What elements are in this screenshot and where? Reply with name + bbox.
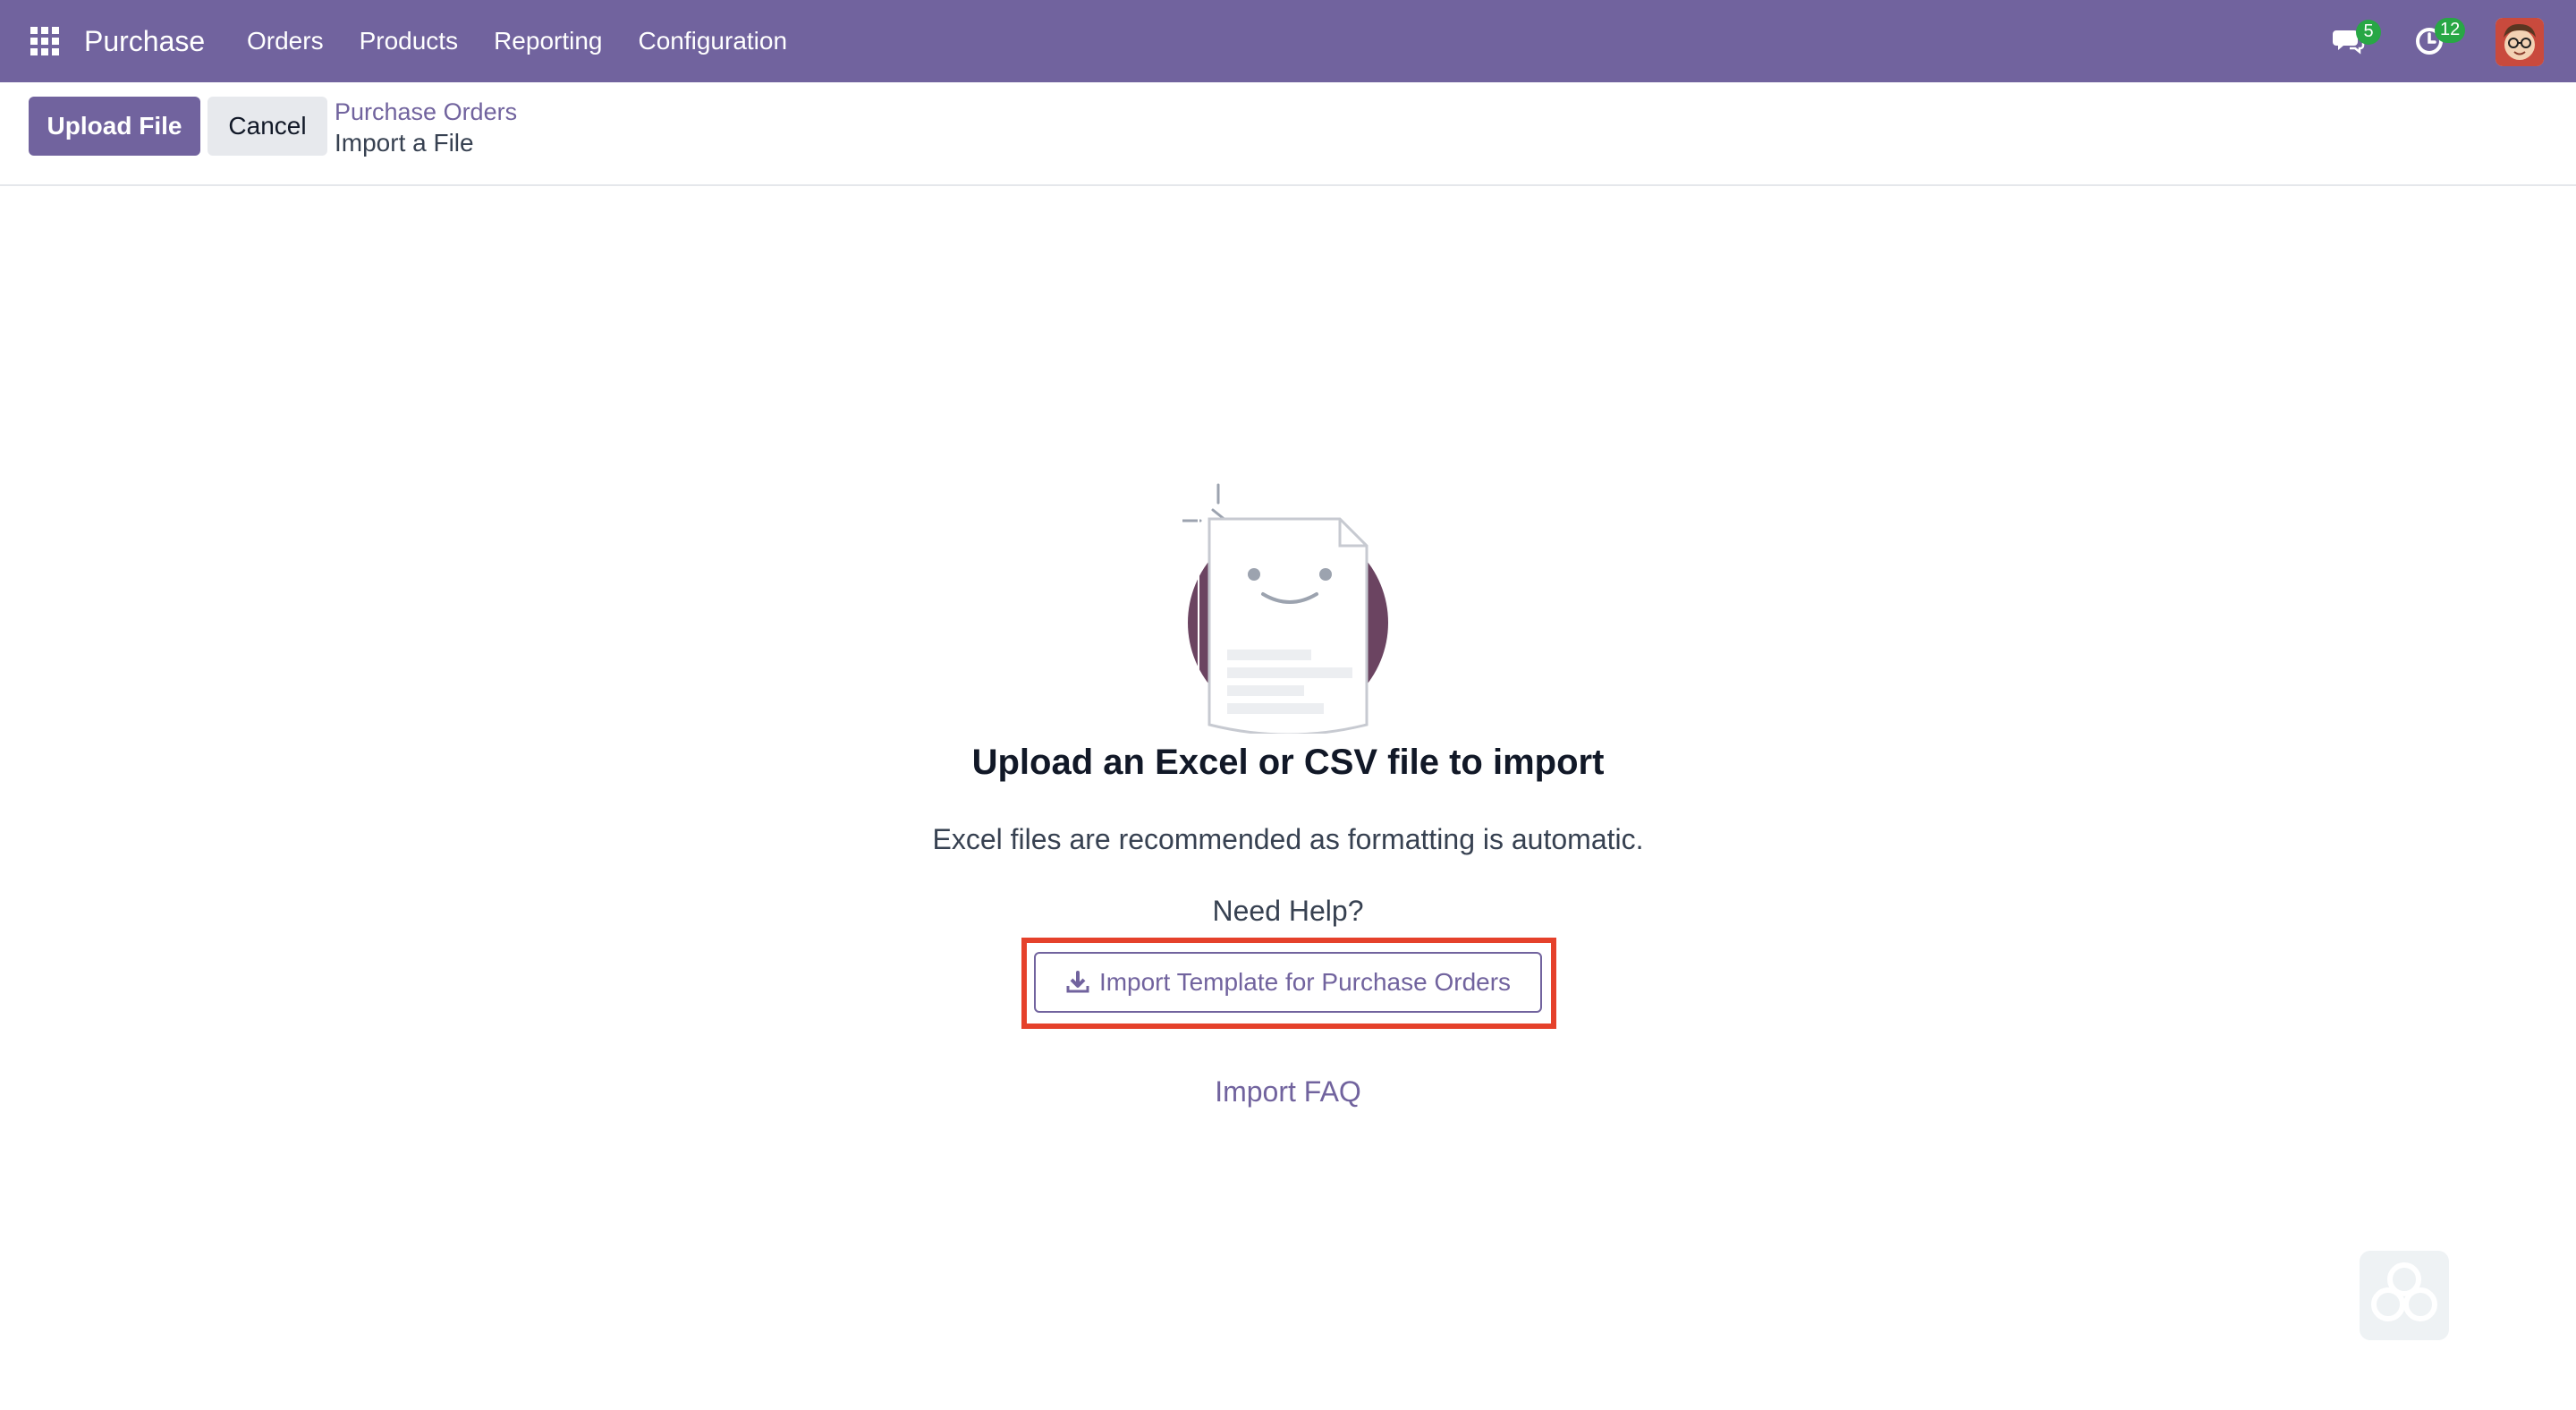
need-help-label: Need Help? [1212,895,1364,927]
user-avatar[interactable] [2496,18,2544,66]
import-faq-link[interactable]: Import FAQ [1215,1075,1361,1108]
activities-count-badge: 12 [2435,18,2466,43]
control-panel: Upload File Cancel Purchase Orders Impor… [0,82,2576,186]
import-title: Upload an Excel or CSV file to import [971,743,1605,782]
import-template-button[interactable]: Import Template for Purchase Orders [1034,952,1542,1013]
cancel-button[interactable]: Cancel [208,97,327,156]
import-subtitle: Excel files are recommended as formattin… [932,823,1644,855]
watermark-logo-icon [2358,1249,2451,1342]
faq-row: Import FAQ [0,1074,2576,1109]
breadcrumb: Purchase Orders Import a File [335,97,517,159]
top-navbar: Purchase Orders Products Reporting Confi… [0,0,2576,82]
app-brand[interactable]: Purchase [84,21,205,61]
breadcrumb-purchase-orders[interactable]: Purchase Orders [335,97,517,127]
menu-products[interactable]: Products [360,21,459,61]
upload-illustration [1181,483,1397,736]
import-template-label: Import Template for Purchase Orders [1098,968,1512,996]
menu-orders[interactable]: Orders [247,21,324,61]
messages-count-badge: 5 [2356,20,2381,45]
upload-file-button[interactable]: Upload File [29,97,200,156]
menu-configuration[interactable]: Configuration [638,21,787,61]
download-icon [1066,971,1089,993]
breadcrumb-current-page: Import a File [335,129,474,157]
menu-reporting[interactable]: Reporting [494,21,602,61]
apps-grid-icon[interactable] [29,25,61,57]
main-menu: Orders Products Reporting Configuration [247,21,823,61]
